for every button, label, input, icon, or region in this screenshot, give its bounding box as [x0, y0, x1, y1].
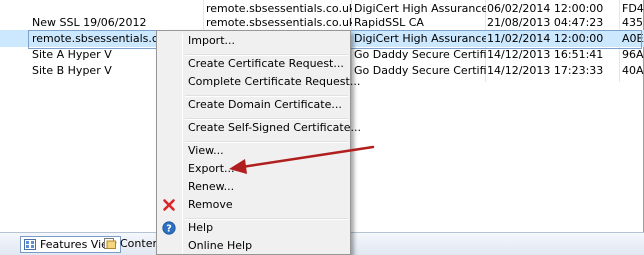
menu-item-label: Complete Certificate Request...: [188, 75, 361, 88]
menu-item-label: View...: [188, 144, 224, 157]
menu-item-create-self-signed-certificate[interactable]: Create Self-Signed Certificate...: [159, 119, 361, 137]
remove-x-icon: [163, 199, 175, 211]
context-menu: Import... Create Certificate Request... …: [156, 30, 361, 255]
cell-expiration: 11/02/2014 12:00:00: [487, 30, 617, 47]
menu-item-label: Online Help: [188, 239, 253, 252]
cell-issuer: RapidSSL CA: [354, 16, 424, 29]
menu-item-label: Create Self-Signed Certificate...: [188, 121, 361, 134]
cell-hash: 96A714D8: [622, 48, 644, 61]
cell-expiration: 14/12/2013 16:51:41: [487, 48, 604, 61]
cell-hash: A0EA02E4: [622, 30, 644, 47]
cell-name: New SSL 19/06/2012: [32, 16, 147, 29]
cell-issuer: Go Daddy Secure Certification: [354, 48, 486, 61]
cell-issuer: Go Daddy Secure Certification: [354, 64, 486, 77]
svg-text:?: ?: [166, 224, 172, 235]
menu-item-create-domain-certificate[interactable]: Create Domain Certificate...: [159, 96, 348, 114]
cell-hash: 435DEBB5: [622, 16, 644, 29]
features-view-icon: [24, 239, 36, 250]
annotation-arrow: [229, 145, 375, 174]
menu-item-create-certificate-request[interactable]: Create Certificate Request...: [159, 55, 348, 73]
cell-issued-to: remote.sbsessentials.co.uk: [206, 16, 352, 29]
cell-expiration: 21/08/2013 04:47:23: [487, 16, 604, 29]
menu-item-label: Create Certificate Request...: [188, 57, 344, 70]
table-row[interactable]: New SSL 19/06/2012 remote.sbsessentials.…: [0, 14, 644, 31]
menu-item-import[interactable]: Import...: [159, 32, 348, 50]
menu-item-label: Help: [188, 221, 214, 234]
help-icon: ?: [162, 221, 176, 235]
cell-hash: 40A55ABE: [622, 64, 644, 77]
menu-item-remove[interactable]: Remove: [159, 196, 348, 214]
menu-item-online-help[interactable]: Online Help: [159, 237, 348, 255]
menu-item-complete-certificate-request[interactable]: Complete Certificate Request...: [159, 73, 360, 91]
menu-item-label: Remove: [188, 198, 233, 211]
cell-expiration: 14/12/2013 17:23:33: [487, 64, 604, 77]
content-view-icon: [104, 238, 116, 249]
menu-item-help[interactable]: ? Help: [159, 219, 348, 237]
cell-issuer: DigiCert High Assurance CA-3: [354, 30, 486, 47]
menu-item-label: Create Domain Certificate...: [188, 98, 342, 111]
menu-item-label: Import...: [188, 34, 235, 47]
